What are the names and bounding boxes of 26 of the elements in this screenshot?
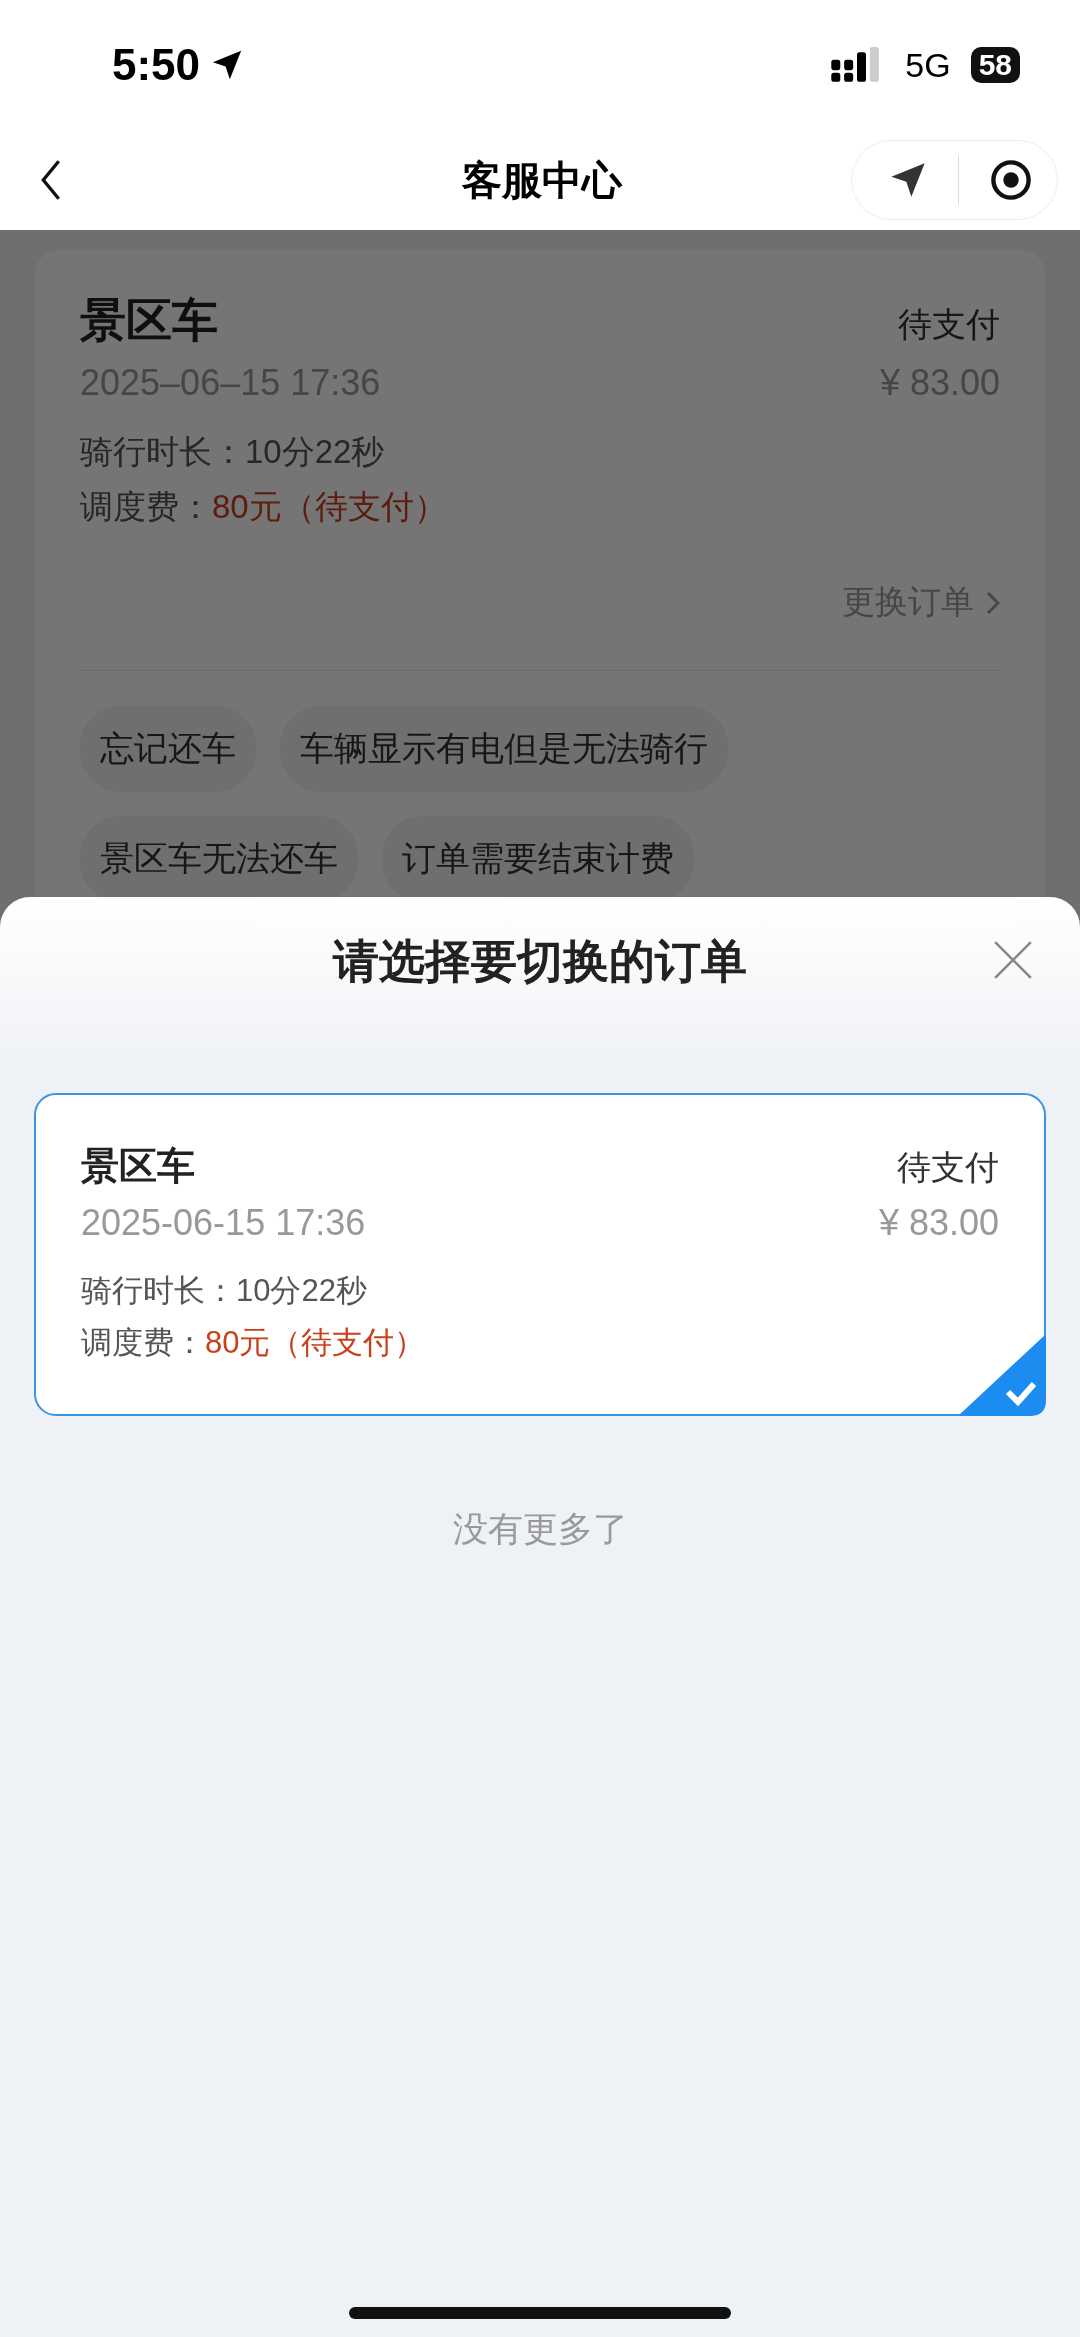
order-name: 景区车 — [80, 293, 218, 348]
check-corner-icon — [958, 1334, 1046, 1416]
page-title: 客服中心 — [461, 156, 622, 204]
issue-tag[interactable]: 车辆显示有电但是无法骑行 — [280, 706, 728, 792]
fee-label: 调度费： — [80, 488, 212, 525]
order-option[interactable]: 景区车 待支付 2025-06-15 17:36 ¥ 83.00 骑行时长：10分22秒 调度费：80元（待支付） — [34, 1093, 1046, 1416]
order-status: 待支付 — [898, 304, 1000, 345]
ride-duration: 骑行时长：10分22秒 — [81, 1272, 368, 1310]
order-amount: ¥ 83.00 — [878, 1202, 999, 1244]
chevron-right-icon — [986, 590, 1000, 615]
battery-indicator: 58 — [970, 47, 1020, 83]
issue-tag[interactable]: 忘记还车 — [80, 706, 256, 792]
record-icon[interactable] — [989, 158, 1033, 202]
close-icon[interactable] — [992, 939, 1034, 981]
back-icon[interactable] — [40, 158, 62, 202]
sheet-title: 请选择要切换的订单 — [333, 934, 747, 989]
order-name: 景区车 — [81, 1144, 195, 1189]
order-status: 待支付 — [897, 1147, 999, 1188]
fee-value: 80元（待支付） — [205, 1325, 426, 1360]
ride-duration: 骑行时长：10分22秒 — [80, 432, 386, 472]
fee-value: 80元（待支付） — [212, 488, 447, 525]
network-label: 5G — [905, 45, 951, 85]
order-time: 2025-06-15 17:36 — [81, 1202, 366, 1244]
fee-label: 调度费： — [81, 1325, 205, 1360]
no-more-note: 没有更多了 — [451, 1508, 629, 1550]
status-time: 5:50 — [112, 40, 201, 90]
